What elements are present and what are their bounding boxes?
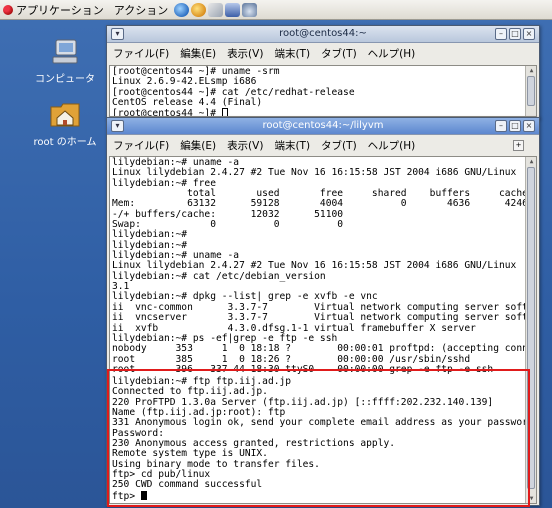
desktop-icon-home[interactable]: root のホーム <box>17 99 113 148</box>
scroll-up-icon[interactable]: ▲ <box>527 157 536 166</box>
terminal-line: root 385 1 0 18:26 ? 00:00:00 /usr/sbin/… <box>112 353 471 365</box>
window-menu-icon[interactable]: ▾ <box>111 28 124 40</box>
menubar: ファイル(F) 編集(E) 表示(V) 端末(T) タブ(T) ヘルプ(H) + <box>107 135 539 155</box>
minimize-icon[interactable]: – <box>495 28 507 40</box>
globe-icon[interactable] <box>174 2 190 17</box>
menu-tabs[interactable]: タブ(T) <box>321 138 357 153</box>
scrollbar[interactable]: ▲ <box>525 66 536 116</box>
terminal-line: CentOS release 4.4 (Final) <box>112 97 263 109</box>
terminal-prompt-line: [root@centos44 ~]# <box>112 108 534 117</box>
terminal-line: lilydebian:~# cat /etc/debian_version <box>112 270 326 282</box>
window-titlebar[interactable]: ▾ root@centos44:~/lilyvm – □ × <box>107 118 539 135</box>
prompt-text: ftp> <box>112 490 141 502</box>
terminal-line: nobody 353 1 0 18:18 ? 00:00:01 proftpd:… <box>112 343 537 355</box>
menubar: ファイル(F) 編集(E) 表示(V) 端末(T) タブ(T) ヘルプ(H) <box>107 43 539 63</box>
scroll-down-icon[interactable]: ▼ <box>527 494 536 503</box>
desktop-icon-computer[interactable]: コンピュータ <box>17 38 113 85</box>
actions-menu[interactable]: アクション <box>110 2 174 18</box>
terminal-line: ii vncserver 3.3.7-7 Virtual network com… <box>112 312 537 324</box>
terminal-window-lilyvm[interactable]: ▾ root@centos44:~/lilyvm – □ × ファイル(F) 編… <box>106 117 540 506</box>
menu-help[interactable]: ヘルプ(H) <box>368 46 416 61</box>
menu-file[interactable]: ファイル(F) <box>113 46 169 61</box>
menu-file[interactable]: ファイル(F) <box>113 138 169 153</box>
editor-icon[interactable] <box>225 2 241 17</box>
terminal-line: 331 Anonymous login ok, send your comple… <box>112 417 537 429</box>
maximize-icon[interactable]: □ <box>509 120 521 132</box>
terminal-window-centos[interactable]: ▾ root@centos44:~ – □ × ファイル(F) 編集(E) 表示… <box>106 25 540 119</box>
menu-terminal[interactable]: 端末(T) <box>274 138 310 153</box>
scroll-up-icon[interactable]: ▲ <box>527 66 536 75</box>
menu-view[interactable]: 表示(V) <box>227 46 263 61</box>
window-title: root@centos44:~ <box>279 28 367 39</box>
top-panel: アプリケーション アクション <box>0 0 552 20</box>
menu-help[interactable]: ヘルプ(H) <box>368 138 416 153</box>
menu-tabs[interactable]: タブ(T) <box>321 46 357 61</box>
text-cursor <box>140 490 147 500</box>
menu-edit[interactable]: 編集(E) <box>180 46 216 61</box>
terminal-output[interactable]: [root@centos44 ~]# uname -srm Linux 2.6.… <box>109 65 537 117</box>
terminal-output[interactable]: lilydebian:~# uname -a Linux lilydebian … <box>109 156 537 504</box>
menu-terminal[interactable]: 端末(T) <box>274 46 310 61</box>
close-icon[interactable]: × <box>523 28 535 40</box>
terminal-prompt-line: ftp> <box>112 490 534 502</box>
scroll-thumb[interactable] <box>527 167 535 489</box>
text-cursor <box>221 108 228 116</box>
scroll-thumb[interactable] <box>527 76 535 106</box>
expand-icon[interactable]: + <box>513 139 524 151</box>
terminal-line: 250 CWD command successful <box>112 479 263 491</box>
computer-icon <box>52 39 78 64</box>
window-menu-icon[interactable]: ▾ <box>111 120 124 132</box>
window-title: root@centos44:~/lilyvm <box>262 120 384 131</box>
menu-edit[interactable]: 編集(E) <box>180 138 216 153</box>
maximize-icon[interactable]: □ <box>509 28 521 40</box>
messenger-icon[interactable] <box>191 2 207 17</box>
close-icon[interactable]: × <box>523 120 535 132</box>
terminal-line: root 396 337 44 18:30 ttyS0 00:00:00 gre… <box>112 364 494 374</box>
menu-view[interactable]: 表示(V) <box>227 138 263 153</box>
desktop-icon-label: コンピュータ <box>35 74 95 85</box>
minimize-icon[interactable]: – <box>495 120 507 132</box>
desktop-icon-label: root のホーム <box>33 137 97 148</box>
scrollbar[interactable]: ▲ ▼ <box>525 157 536 503</box>
terminal-line: Connected to ftp.iij.ad.jp. <box>112 386 268 398</box>
prompt-text: [root@centos44 ~]# <box>112 108 222 117</box>
network-icon[interactable] <box>242 2 258 17</box>
mail-icon[interactable] <box>208 2 224 17</box>
applications-menu[interactable]: アプリケーション <box>0 2 110 18</box>
window-titlebar[interactable]: ▾ root@centos44:~ – □ × <box>107 26 539 43</box>
home-folder-icon <box>50 103 80 127</box>
